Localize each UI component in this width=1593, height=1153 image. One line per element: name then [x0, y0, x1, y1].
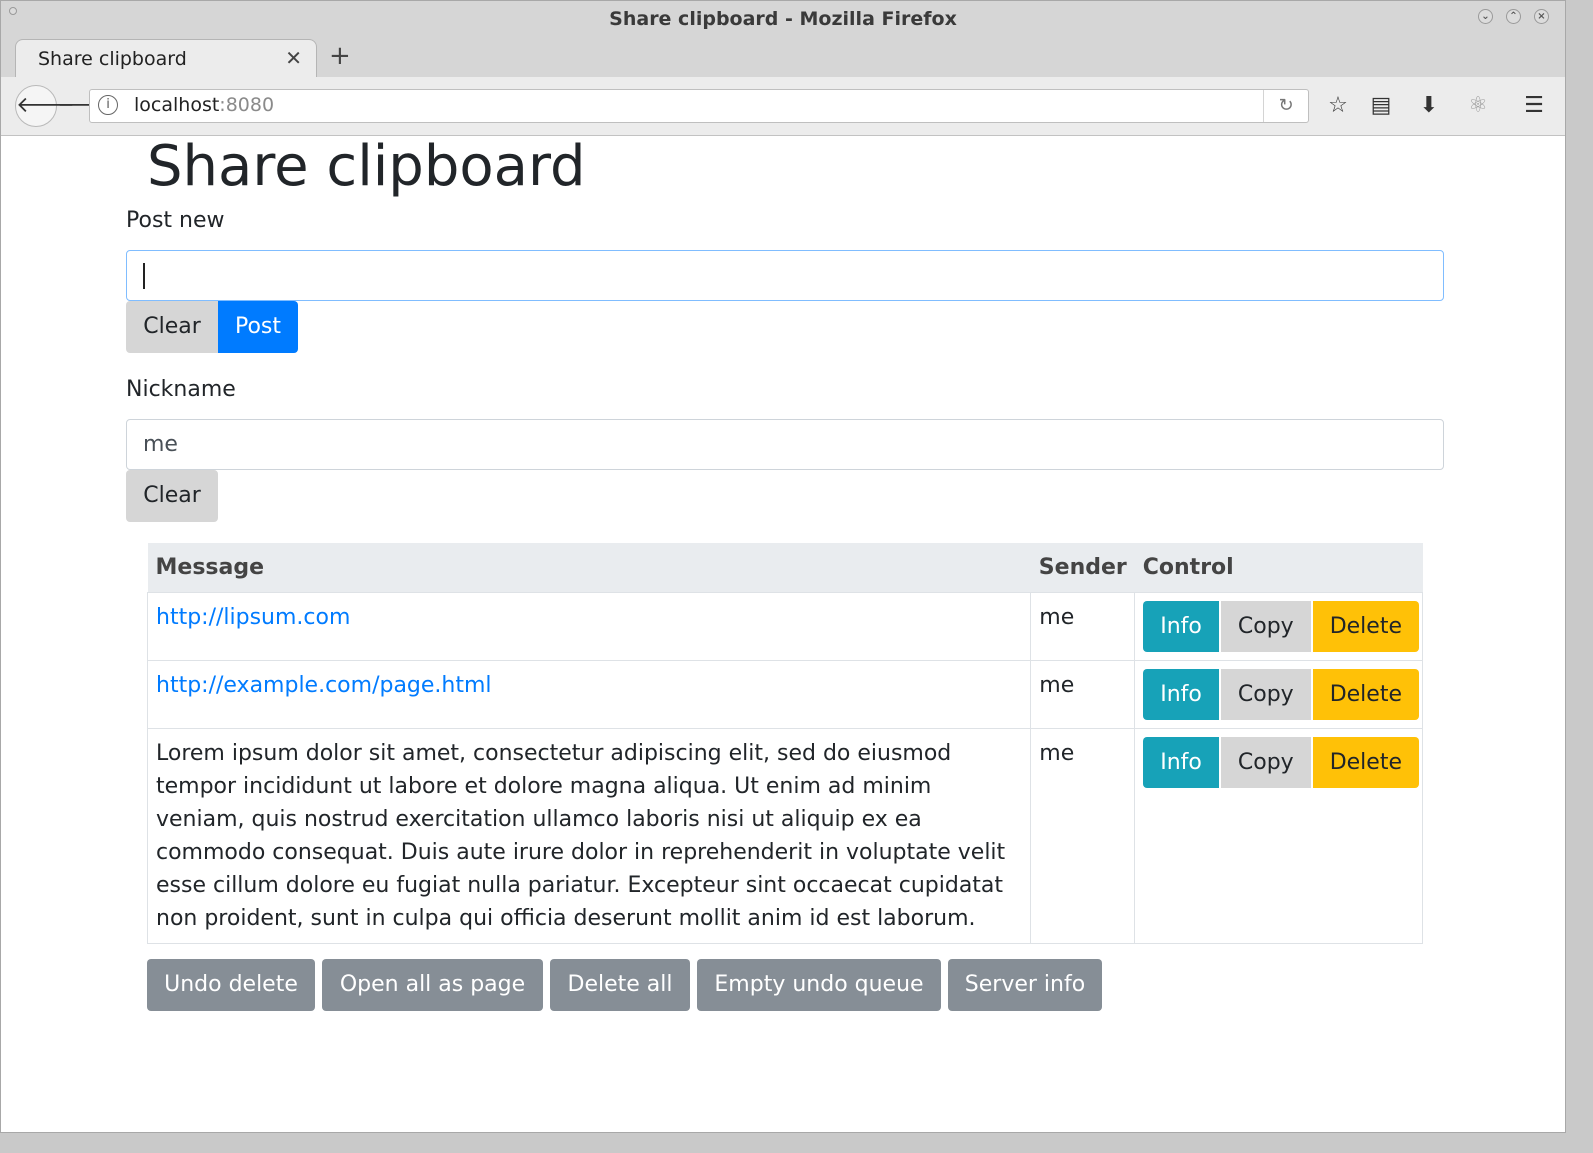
post-button[interactable]: Post	[218, 301, 298, 353]
tab-share-clipboard[interactable]: Share clipboard ✕	[15, 39, 317, 77]
table-header-row: Message Sender Control	[147, 543, 1423, 593]
download-icon[interactable]: ⬇	[1414, 91, 1444, 121]
table-row: http://example.com/page.html me Info Cop…	[146, 660, 1423, 729]
new-tab-icon[interactable]: +	[329, 41, 351, 71]
message-text: Lorem ipsum dolor sit amet, consectetur …	[146, 728, 1032, 944]
bookmark-star-icon[interactable]: ☆	[1323, 91, 1353, 121]
minimize-icon[interactable]: ⌄	[1478, 9, 1493, 24]
empty-undo-queue-button[interactable]: Empty undo queue	[697, 959, 941, 1011]
server-info-button[interactable]: Server info	[948, 959, 1102, 1011]
back-arrow-icon[interactable]: 🡐	[15, 85, 75, 127]
message-link[interactable]: http://lipsum.com	[156, 605, 350, 630]
post-new-input[interactable]	[126, 250, 1444, 301]
navigation-toolbar: 🡐 🡒 i localhost:8080 ↻ ☆ ▤ ⬇ ⚛ ☰	[1, 77, 1565, 136]
delete-button[interactable]: Delete	[1312, 669, 1419, 720]
info-button[interactable]: Info	[1143, 669, 1219, 720]
tab-title: Share clipboard	[38, 48, 187, 70]
messages-table: Message Sender Control http://lipsum.com…	[146, 543, 1423, 944]
sender-cell: me	[1030, 660, 1136, 729]
react-extension-icon[interactable]: ⚛	[1463, 91, 1493, 121]
info-button[interactable]: Info	[1143, 601, 1219, 652]
undo-delete-button[interactable]: Undo delete	[147, 959, 315, 1011]
reader-list-icon[interactable]: ▤	[1366, 91, 1396, 121]
maximize-icon[interactable]: ⌃	[1506, 9, 1521, 24]
url-text[interactable]: localhost:8080	[134, 94, 274, 116]
clear-nickname-button[interactable]: Clear	[126, 470, 218, 522]
copy-button[interactable]: Copy	[1220, 669, 1311, 720]
page-content: Share clipboard Post new Clear Post Nick…	[1, 134, 1565, 1132]
window-title: Share clipboard - Mozilla Firefox	[609, 8, 957, 30]
delete-all-button[interactable]: Delete all	[550, 959, 690, 1011]
table-row: Lorem ipsum dolor sit amet, consectetur …	[146, 728, 1423, 944]
sender-cell: me	[1030, 728, 1136, 944]
url-bar[interactable]: i localhost:8080 ↻	[89, 89, 1309, 123]
url-port: :8080	[219, 94, 275, 116]
clear-post-button[interactable]: Clear	[126, 301, 218, 353]
copy-button[interactable]: Copy	[1220, 737, 1311, 788]
firefox-window: Share clipboard - Mozilla Firefox ⌄ ⌃ × …	[0, 0, 1566, 1133]
window-menu-dot-icon[interactable]	[9, 7, 17, 15]
open-all-as-page-button[interactable]: Open all as page	[322, 959, 543, 1011]
forward-arrow-icon[interactable]: 🡒	[57, 89, 116, 123]
header-message: Message	[147, 543, 1031, 593]
nickname-input[interactable]: me	[126, 419, 1444, 470]
window-titlebar: Share clipboard - Mozilla Firefox ⌄ ⌃ ×	[1, 1, 1565, 37]
control-cell: Info Copy Delete	[1134, 592, 1423, 661]
tab-strip: Share clipboard ✕ +	[1, 37, 1565, 78]
delete-button[interactable]: Delete	[1312, 601, 1419, 652]
reload-icon[interactable]: ↻	[1263, 90, 1308, 122]
info-icon[interactable]: i	[98, 95, 118, 115]
copy-button[interactable]: Copy	[1220, 601, 1311, 652]
header-sender: Sender	[1030, 543, 1135, 593]
close-icon[interactable]: ✕	[285, 46, 302, 70]
url-host: localhost	[134, 94, 220, 116]
hamburger-menu-icon[interactable]: ☰	[1519, 91, 1549, 121]
control-cell: Info Copy Delete	[1134, 728, 1423, 944]
close-window-icon[interactable]: ×	[1534, 9, 1549, 24]
header-control: Control	[1134, 543, 1423, 593]
page-title: Share clipboard	[147, 134, 586, 199]
sender-cell: me	[1030, 592, 1136, 661]
delete-button[interactable]: Delete	[1312, 737, 1419, 788]
control-cell: Info Copy Delete	[1134, 660, 1423, 729]
message-link[interactable]: http://example.com/page.html	[156, 673, 492, 698]
post-new-label: Post new	[126, 208, 225, 233]
table-row: http://lipsum.com me Info Copy Delete	[146, 592, 1423, 661]
info-button[interactable]: Info	[1143, 737, 1219, 788]
text-caret	[143, 263, 145, 289]
nickname-label: Nickname	[126, 377, 236, 402]
